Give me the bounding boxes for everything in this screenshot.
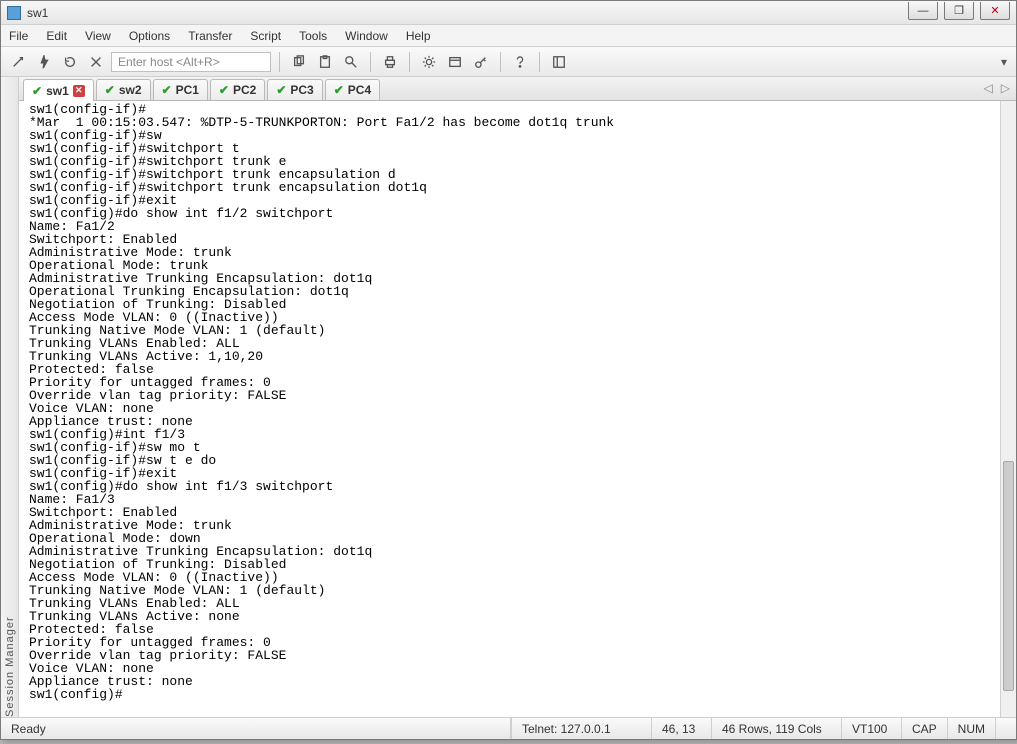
- print-icon[interactable]: [379, 51, 401, 73]
- scrollbar-thumb[interactable]: [1003, 461, 1014, 691]
- find-icon[interactable]: [340, 51, 362, 73]
- titlebar: sw1: [1, 1, 1016, 25]
- tab-label: PC3: [290, 83, 313, 97]
- reconnect-icon[interactable]: [59, 51, 81, 73]
- host-placeholder: Enter host <Alt+R>: [118, 55, 220, 69]
- statusbar: Ready Telnet: 127.0.0.1 46, 13 46 Rows, …: [1, 717, 1016, 739]
- window-controls: — ❐ ✕: [908, 1, 1010, 21]
- check-icon: ✔: [162, 83, 172, 97]
- app-icon: [7, 6, 21, 20]
- window-title: sw1: [27, 6, 48, 20]
- terminal-line: *Mar 1 00:15:03.547: %DTP-5-TRUNKPORTON:…: [29, 116, 1008, 129]
- status-emulation: VT100: [852, 722, 887, 736]
- menu-transfer[interactable]: Transfer: [188, 29, 232, 43]
- tab-pc4[interactable]: ✔ PC4: [325, 79, 380, 100]
- tab-label: sw2: [119, 83, 142, 97]
- tab-close-icon[interactable]: ✕: [73, 85, 85, 97]
- scrollbar[interactable]: [1000, 101, 1016, 717]
- status-ready: Ready: [11, 722, 46, 736]
- toolbar-overflow-icon[interactable]: ▾: [998, 55, 1010, 69]
- status-cursor: 46, 13: [662, 722, 695, 736]
- minimize-button[interactable]: —: [908, 2, 938, 20]
- tab-sw2[interactable]: ✔ sw2: [96, 79, 151, 100]
- menubar: File Edit View Options Transfer Script T…: [1, 25, 1016, 47]
- minimize-icon: —: [918, 5, 929, 17]
- check-icon: ✔: [334, 83, 344, 97]
- tab-prev-icon[interactable]: ◁: [984, 81, 993, 95]
- status-size: 46 Rows, 119 Cols: [722, 722, 822, 736]
- status-connection: Telnet: 127.0.0.1: [522, 722, 611, 736]
- tab-pc3[interactable]: ✔ PC3: [267, 79, 322, 100]
- session-manager-label: Session Manager: [4, 83, 16, 717]
- tab-label: PC1: [176, 83, 199, 97]
- tab-pc1[interactable]: ✔ PC1: [153, 79, 208, 100]
- session-tabbar: ✔ sw1 ✕ ✔ sw2 ✔ PC1 ✔ PC2 ✔: [19, 77, 1016, 101]
- toolbar: Enter host <Alt+R> ▾: [1, 47, 1016, 77]
- menu-help[interactable]: Help: [406, 29, 431, 43]
- paste-icon[interactable]: [314, 51, 336, 73]
- menu-options[interactable]: Options: [129, 29, 170, 43]
- session-manager-tab[interactable]: Session Manager: [1, 77, 19, 717]
- check-icon: ✔: [276, 83, 286, 97]
- session-options-icon[interactable]: [444, 51, 466, 73]
- key-icon[interactable]: [470, 51, 492, 73]
- host-input[interactable]: Enter host <Alt+R>: [111, 52, 271, 72]
- tab-label: PC2: [233, 83, 256, 97]
- terminal-line: sw1(config)#: [29, 688, 1008, 701]
- terminal-line: Trunking VLANs Active: none: [29, 610, 1008, 623]
- tab-sw1[interactable]: ✔ sw1 ✕: [23, 79, 94, 101]
- menu-script[interactable]: Script: [250, 29, 281, 43]
- disconnect-icon[interactable]: [85, 51, 107, 73]
- terminal-line: Trunking VLANs Active: 1,10,20: [29, 350, 1008, 363]
- toolbar-separator: [409, 52, 410, 72]
- menu-tools[interactable]: Tools: [299, 29, 327, 43]
- close-button[interactable]: ✕: [980, 2, 1010, 20]
- close-icon: ✕: [990, 4, 999, 17]
- quick-connect-icon[interactable]: [33, 51, 55, 73]
- menu-window[interactable]: Window: [345, 29, 388, 43]
- status-num: NUM: [958, 722, 985, 736]
- settings-icon[interactable]: [418, 51, 440, 73]
- check-icon: ✔: [219, 83, 229, 97]
- tab-label: PC4: [348, 83, 371, 97]
- tab-next-icon[interactable]: ▷: [1001, 81, 1010, 95]
- status-cap: CAP: [912, 722, 937, 736]
- tab-label: sw1: [46, 84, 69, 98]
- maximize-button[interactable]: ❐: [944, 2, 974, 20]
- menu-edit[interactable]: Edit: [46, 29, 67, 43]
- toolbar-separator: [500, 52, 501, 72]
- terminal-line: sw1(config)#do show int f1/2 switchport: [29, 207, 1008, 220]
- toolbar-separator: [279, 52, 280, 72]
- tab-pc2[interactable]: ✔ PC2: [210, 79, 265, 100]
- terminal-output[interactable]: sw1(config-if)#*Mar 1 00:15:03.547: %DTP…: [19, 101, 1016, 717]
- check-icon: ✔: [32, 84, 42, 98]
- toolbar-separator: [370, 52, 371, 72]
- check-icon: ✔: [105, 83, 115, 97]
- terminal-line: sw1(config)#do show int f1/3 switchport: [29, 480, 1008, 493]
- menu-file[interactable]: File: [9, 29, 28, 43]
- terminal-line: Appliance trust: none: [29, 675, 1008, 688]
- connect-icon[interactable]: [7, 51, 29, 73]
- help-icon[interactable]: [509, 51, 531, 73]
- maximize-icon: ❐: [954, 4, 964, 17]
- toolbar-separator: [539, 52, 540, 72]
- menu-view[interactable]: View: [85, 29, 111, 43]
- resize-grip-icon[interactable]: [995, 718, 1016, 739]
- toggle-pane-icon[interactable]: [548, 51, 570, 73]
- copy-icon[interactable]: [288, 51, 310, 73]
- terminal-line: Override vlan tag priority: FALSE: [29, 649, 1008, 662]
- terminal-line: Override vlan tag priority: FALSE: [29, 389, 1008, 402]
